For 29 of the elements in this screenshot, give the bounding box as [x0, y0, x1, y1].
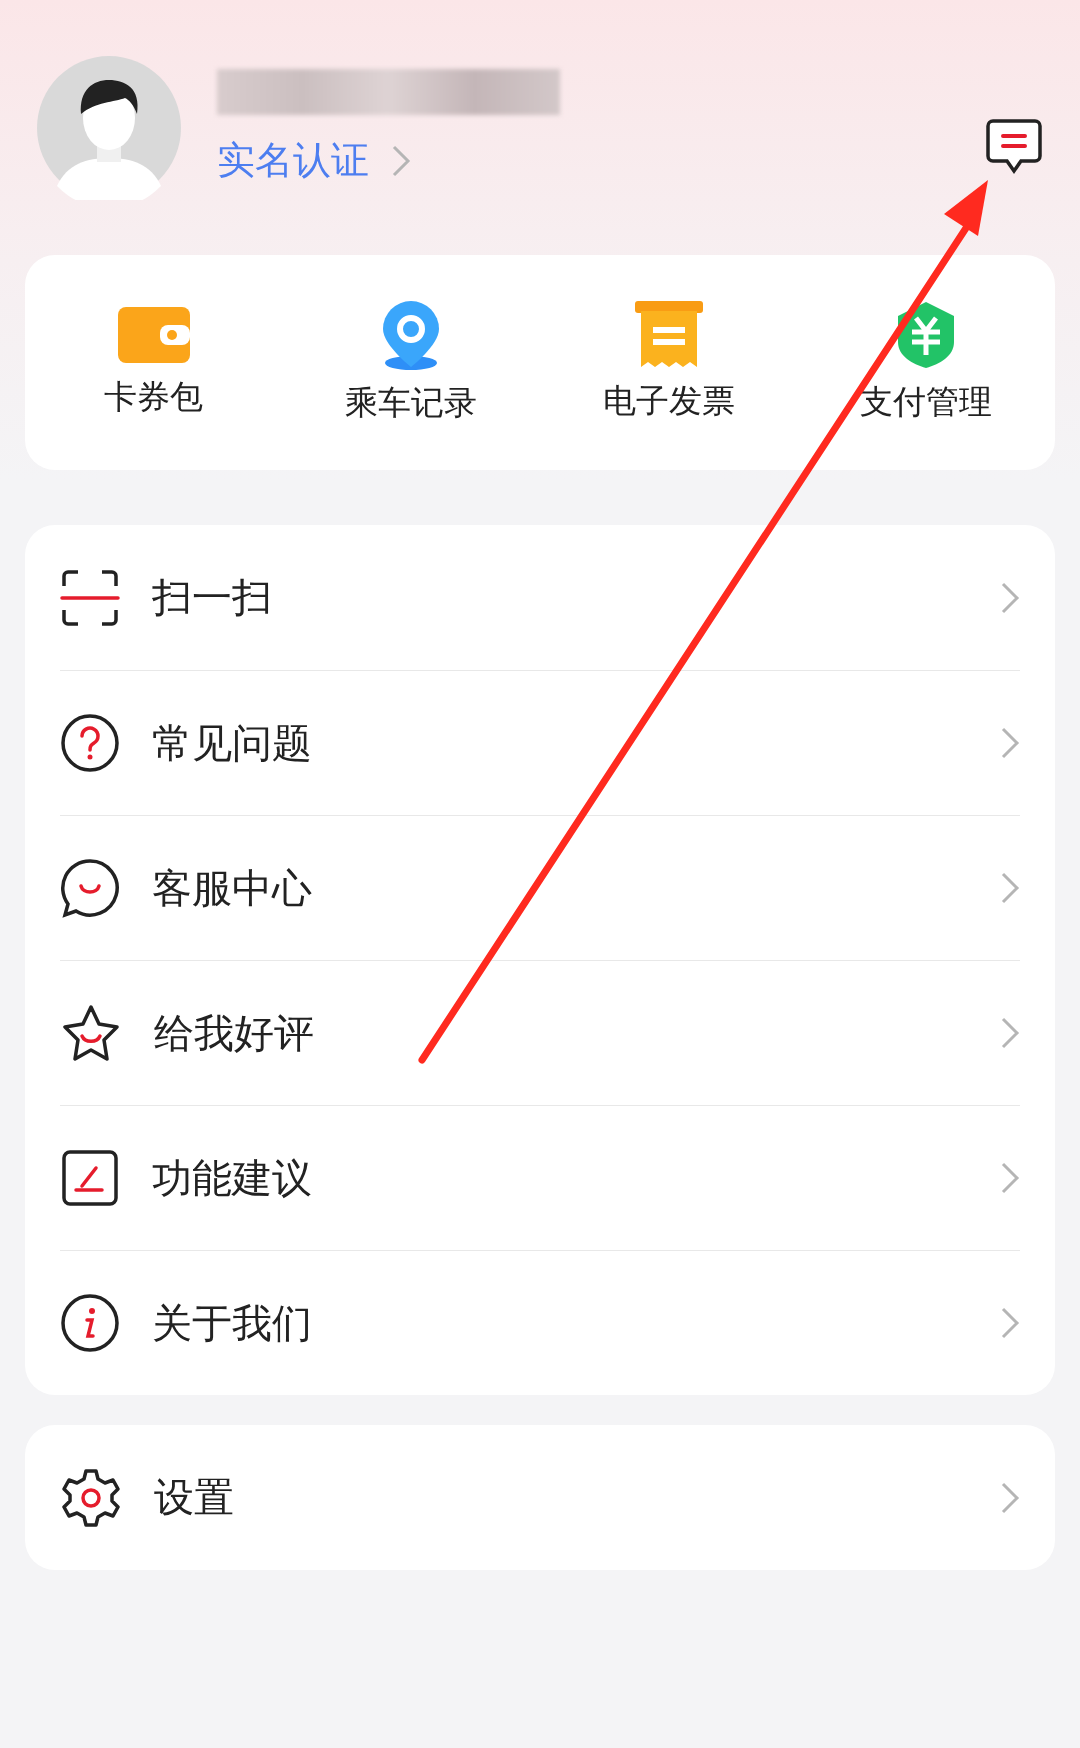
chevron-icon [1000, 726, 1020, 760]
edit-icon [60, 1148, 120, 1208]
shortcut-item[interactable]: 支付管理 [811, 299, 1042, 426]
chevron-icon [1000, 580, 1020, 615]
settings-icon [60, 1466, 122, 1529]
menu-item[interactable]: 关于我们 [60, 1250, 1020, 1395]
menu-item[interactable]: 常见问题 [60, 670, 1020, 815]
menu-item[interactable]: 给我好评 [60, 960, 1020, 1105]
menu-item[interactable]: 扫一扫 [60, 525, 1020, 670]
chevron-icon [1000, 1306, 1020, 1340]
wallet-icon [117, 305, 190, 365]
chevron-icon [1000, 1480, 1020, 1515]
shortcut-item[interactable]: 电子发票 [553, 300, 784, 425]
receipt-icon [634, 301, 703, 369]
chat-bubble-icon [60, 858, 120, 918]
chevron-icon [1000, 871, 1020, 905]
info-icon [60, 1293, 120, 1353]
shortcut-item[interactable]: 乘车记录 [296, 298, 527, 427]
menu-item[interactable]: 客服中心 [60, 815, 1020, 960]
menu-item[interactable]: 设置 [60, 1425, 1020, 1570]
chevron-icon [1000, 1161, 1020, 1195]
message-icon[interactable] [985, 118, 1043, 176]
chevron-icon [1000, 1016, 1020, 1050]
chevron-icon [391, 143, 411, 178]
menu-item[interactable]: 功能建议 [60, 1105, 1020, 1250]
shortcut-item[interactable]: 卡券包 [38, 304, 269, 421]
scan-icon [60, 567, 120, 628]
question-icon [60, 713, 120, 773]
star-icon [60, 1003, 122, 1063]
